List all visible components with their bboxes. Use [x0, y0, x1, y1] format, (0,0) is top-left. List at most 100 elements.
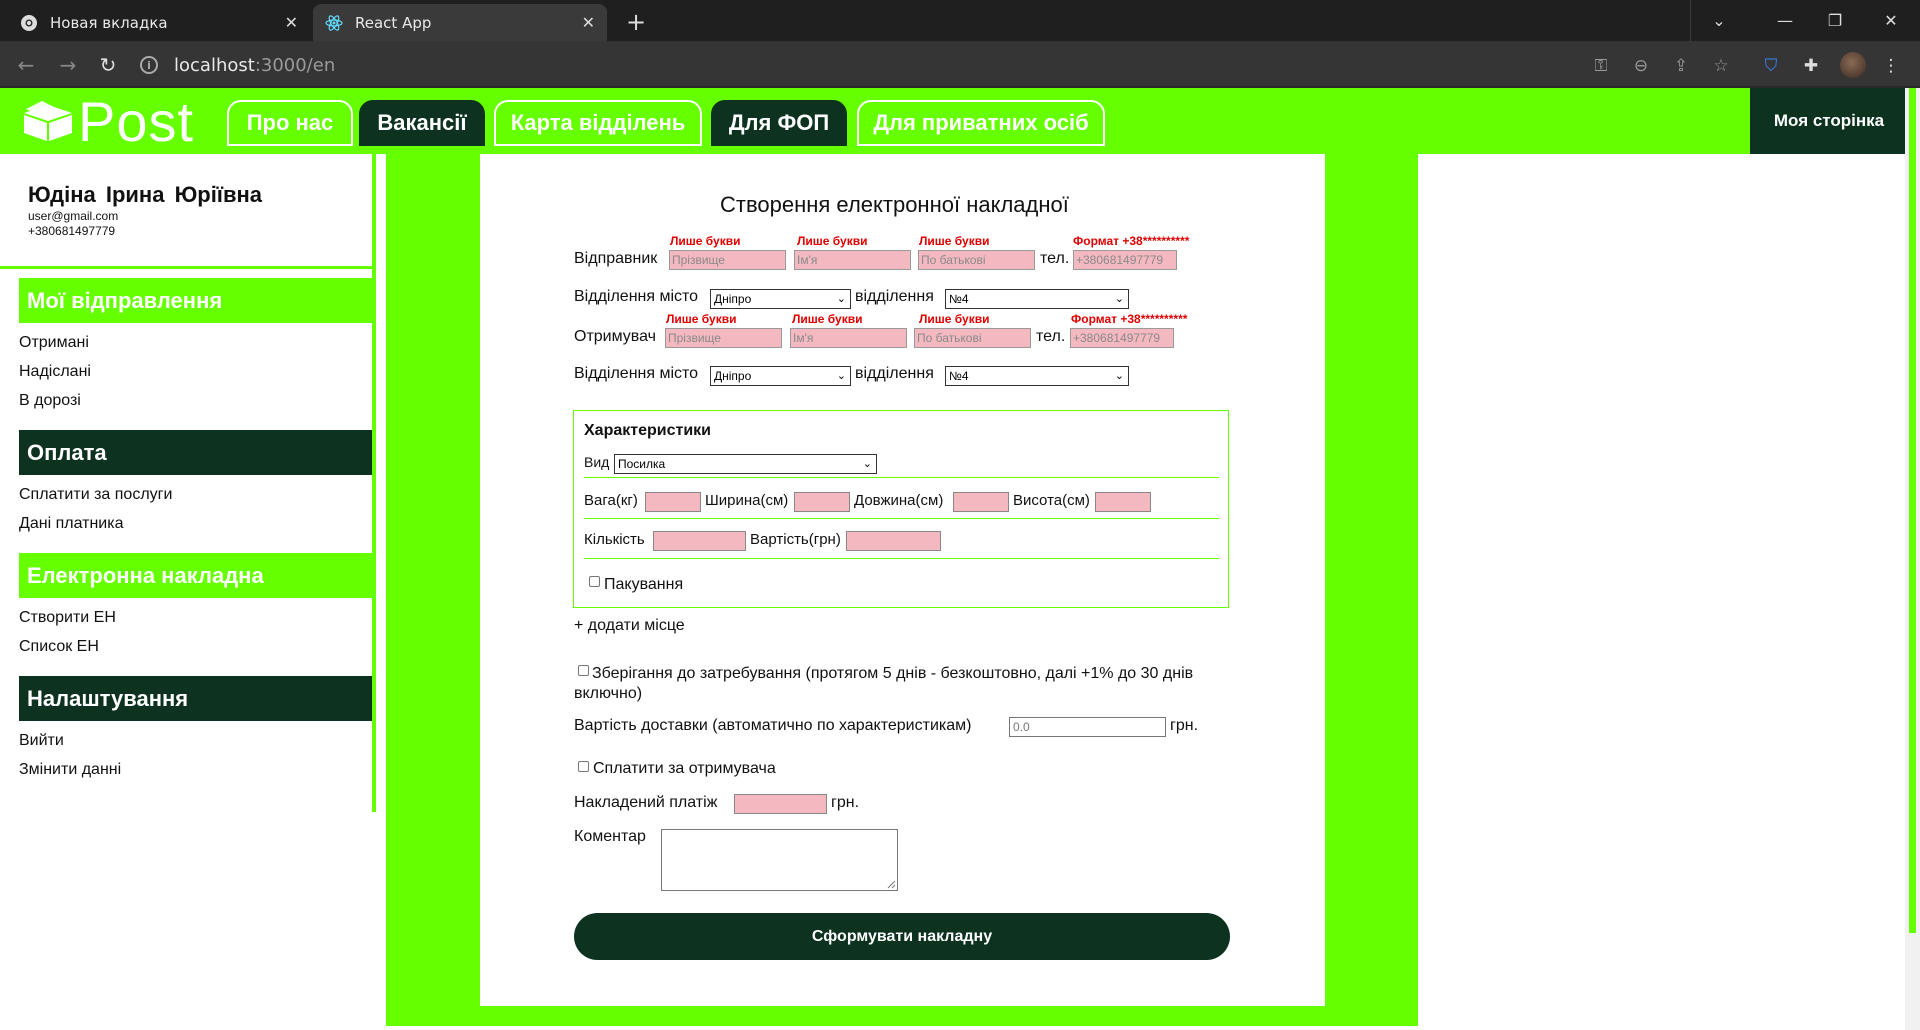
sidebar-item-list-en[interactable]: Список ЕН	[19, 638, 99, 656]
url-host: localhost	[174, 54, 255, 76]
submit-waybill-button[interactable]: Сформувати накладну	[574, 913, 1230, 960]
selected-value: Дніпро	[714, 369, 752, 383]
characteristics-title: Характеристики	[584, 422, 712, 439]
chevron-down-icon: ⌄	[836, 293, 846, 305]
receiver-branch-city-label: Відділення місто	[574, 365, 699, 382]
packing-checkbox[interactable]	[589, 576, 600, 587]
nav-for-fop[interactable]: Для ФОП	[711, 100, 847, 146]
bookmark-star-icon[interactable]: ☆	[1710, 55, 1732, 77]
sender-phone-input[interactable]: +380681497779	[1073, 250, 1177, 270]
share-icon[interactable]: ⇪	[1670, 55, 1692, 77]
minimize-icon[interactable]: —	[1760, 0, 1810, 41]
quantity-input[interactable]	[653, 531, 746, 551]
height-label: Висота(см)	[1013, 492, 1090, 509]
height-input[interactable]	[1095, 492, 1151, 512]
zoom-icon[interactable]: ⊖	[1630, 55, 1652, 77]
nav-branch-map[interactable]: Карта відділень	[494, 100, 702, 146]
nav-vacancies[interactable]: Вакансії	[359, 100, 485, 146]
packing-label: Пакування	[604, 576, 684, 593]
value-input[interactable]	[846, 531, 941, 551]
receiver-phone-input[interactable]: +380681497779	[1070, 328, 1174, 348]
chevron-down-icon: ⌄	[836, 370, 846, 382]
delivery-cost-input[interactable]: 0.0	[1009, 717, 1166, 737]
divider	[1690, 0, 1691, 41]
sidebar-section-e-waybill[interactable]: Електронна накладна	[19, 553, 372, 598]
selected-value: №4	[949, 292, 969, 306]
sender-branch-select[interactable]: №4 ⌄	[945, 289, 1129, 309]
weight-input[interactable]	[645, 492, 701, 512]
sender-phone-label: тел.	[1040, 250, 1070, 267]
browser-toolbar: ← → ↻ i localhost:3000/en ⚿ ⊖ ⇪ ☆ ⛉ ✚ ⋮	[0, 41, 1920, 88]
reload-icon[interactable]: ↻	[92, 49, 124, 81]
browser-tab-react-app[interactable]: React App ✕	[313, 4, 607, 41]
pay-by-receiver-checkbox[interactable]	[578, 761, 589, 772]
width-input[interactable]	[794, 492, 850, 512]
browser-tab-new[interactable]: Новая вкладка ✕	[8, 4, 310, 41]
receiver-patronymic-input[interactable]: По батькові	[914, 328, 1031, 348]
restore-icon[interactable]: ❐	[1810, 0, 1860, 41]
type-select[interactable]: Посилка ⌄	[614, 454, 877, 474]
resize-handle-icon[interactable]	[887, 880, 896, 889]
sidebar-section-settings[interactable]: Налаштування	[19, 676, 372, 721]
close-icon[interactable]: ✕	[285, 13, 298, 32]
nav-private-persons[interactable]: Для приватних осіб	[857, 100, 1105, 146]
tab-label: Новая вкладка	[50, 13, 168, 32]
sender-city-select[interactable]: Дніпро ⌄	[710, 289, 851, 309]
receiver-label: Отримувач	[574, 328, 656, 345]
length-input[interactable]	[953, 492, 1009, 512]
close-icon[interactable]: ✕	[582, 13, 595, 32]
divider	[584, 477, 1219, 478]
quantity-label: Кількість	[584, 531, 645, 548]
nav-about[interactable]: Про нас	[227, 100, 353, 146]
box-logo-icon	[24, 101, 72, 141]
site-header: Post Про нас Вакансії Карта відділень Дл…	[0, 88, 1908, 154]
error-receiver-name: Лише букви	[792, 312, 863, 326]
sidebar-section-payment[interactable]: Оплата	[19, 430, 372, 475]
chevron-down-icon: ⌄	[1114, 293, 1124, 305]
key-icon[interactable]: ⚿	[1590, 55, 1612, 77]
back-icon[interactable]: ←	[10, 49, 42, 81]
tab-search-icon[interactable]: ⌄	[1694, 0, 1744, 41]
cod-label: Накладений платіж	[574, 794, 718, 811]
sidebar-item-sent[interactable]: Надіслані	[19, 363, 91, 381]
sender-surname-input[interactable]: Прізвище	[669, 250, 786, 270]
extensions-puzzle-icon[interactable]: ✚	[1800, 55, 1822, 77]
sidebar-item-in-transit[interactable]: В дорозі	[19, 392, 81, 410]
weight-label: Вага(кг)	[584, 492, 638, 509]
receiver-name-input[interactable]: Ім'я	[790, 328, 907, 348]
logo[interactable]: Post	[20, 90, 194, 153]
sender-label: Відправник	[574, 250, 658, 267]
receiver-city-select[interactable]: Дніпро ⌄	[710, 366, 851, 386]
scrollbar-thumb[interactable]	[1909, 88, 1916, 933]
window-close-icon[interactable]: ✕	[1866, 0, 1916, 41]
address-bar[interactable]: i localhost:3000/en	[140, 47, 1470, 83]
sidebar-item-logout[interactable]: Вийти	[19, 732, 64, 750]
sidebar-item-received[interactable]: Отримані	[19, 334, 89, 352]
selected-value: Посилка	[618, 457, 666, 471]
react-icon	[325, 14, 343, 32]
sender-patronymic-input[interactable]: По батькові	[918, 250, 1035, 270]
receiver-branch-select[interactable]: №4 ⌄	[945, 366, 1129, 386]
info-icon[interactable]: i	[140, 56, 158, 74]
comment-textarea[interactable]	[661, 829, 898, 891]
error-receiver-surname: Лише букви	[666, 312, 737, 326]
new-tab-button[interactable]: +	[620, 6, 652, 38]
receiver-surname-input[interactable]: Прізвище	[665, 328, 782, 348]
add-place-link[interactable]: + додати місце	[574, 617, 685, 635]
cod-input[interactable]	[734, 794, 827, 814]
cod-currency: грн.	[831, 794, 860, 811]
error-sender-patronymic: Лише букви	[919, 234, 990, 248]
forward-icon[interactable]: →	[52, 49, 84, 81]
my-page-button[interactable]: Моя сторінка	[1750, 88, 1908, 154]
page: Post Про нас Вакансії Карта відділень Дл…	[0, 88, 1920, 1030]
shield-extension-icon[interactable]: ⛉	[1760, 55, 1782, 77]
sidebar-item-payer-data[interactable]: Дані платника	[19, 515, 123, 533]
user-name: Юдіна Ірина Юріївна	[28, 182, 263, 207]
sender-name-input[interactable]: Ім'я	[794, 250, 911, 270]
sidebar-item-create-en[interactable]: Створити ЕН	[19, 609, 116, 627]
sidebar-section-my-shipments[interactable]: Мої відправлення	[19, 278, 372, 323]
sidebar-item-pay-services[interactable]: Сплатити за послуги	[19, 486, 172, 504]
profile-avatar[interactable]	[1840, 52, 1866, 78]
sidebar-item-change-data[interactable]: Змінити данні	[19, 761, 121, 779]
menu-dots-icon[interactable]: ⋮	[1880, 55, 1902, 77]
